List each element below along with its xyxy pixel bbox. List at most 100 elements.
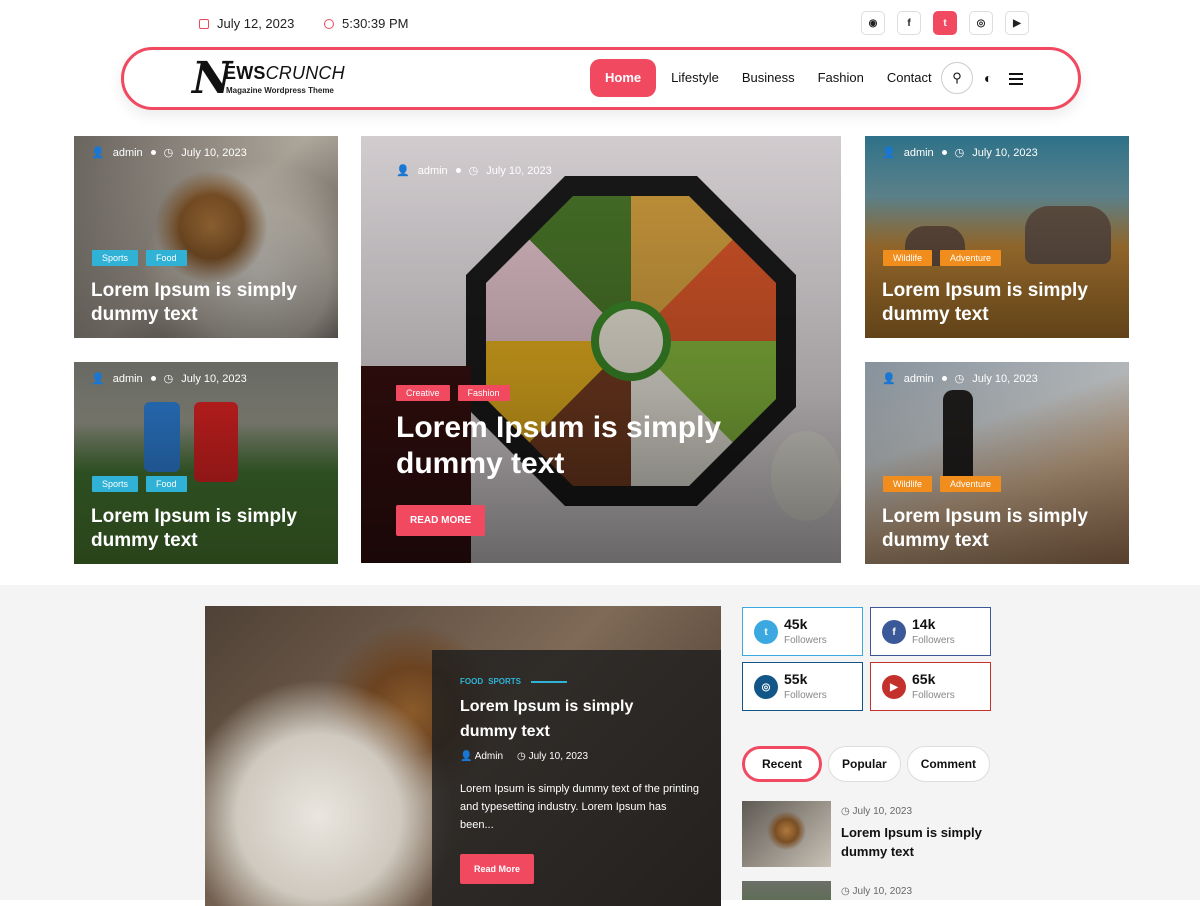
post-tags: Creative Fashion (396, 385, 510, 401)
author-icon: 👤 (882, 373, 896, 385)
twitter-icon[interactable]: t (933, 11, 957, 35)
nav-home[interactable]: Home (590, 59, 657, 97)
post-title[interactable]: Lorem Ipsum is simply dummy text (882, 279, 1088, 327)
featured-author-wrap: 👤 Admin (460, 751, 503, 762)
follower-count: 45k (784, 616, 808, 632)
dribbble-icon[interactable]: ◉ (861, 11, 885, 35)
nav-lifestyle[interactable]: Lifestyle (663, 59, 727, 97)
author-icon: 👤 (396, 165, 410, 177)
clock-icon (324, 18, 334, 29)
dark-mode-icon[interactable]: ◐ (984, 70, 992, 86)
author-icon: 👤 (91, 147, 105, 159)
sidebar-tabs: Recent Popular Comment (742, 746, 991, 782)
instagram-icon[interactable]: ◎ (969, 11, 993, 35)
recent-post-item[interactable]: ◷ July 10, 2023 Lorem Ipsum is simply du… (742, 801, 992, 867)
post-date: July 10, 2023 (972, 146, 1038, 159)
author-icon: 👤 (460, 751, 475, 762)
category-food[interactable]: FOOD (460, 677, 483, 686)
tag-sports[interactable]: Sports (92, 476, 139, 492)
featured-title[interactable]: Lorem Ipsum is simply dummy text (460, 694, 700, 744)
post-card[interactable]: 👤 admin ◷ July 10, 2023 Sports Food Lore… (74, 136, 338, 338)
tag-food[interactable]: Food (146, 250, 187, 266)
tag-wildlife[interactable]: Wildlife (883, 250, 933, 266)
clock-icon: ◷ (954, 147, 965, 159)
tab-recent[interactable]: Recent (742, 746, 823, 782)
post-tags: Sports Food (92, 476, 187, 492)
youtube-followers[interactable]: ▶ 65k Followers (870, 662, 991, 711)
post-date: July 10, 2023 (181, 146, 247, 159)
instagram-followers[interactable]: ◎ 55k Followers (742, 662, 863, 711)
post-meta: 👤 admin ◷ July 10, 2023 (91, 372, 247, 386)
post-title[interactable]: Lorem Ipsum is simply dummy text (91, 279, 297, 327)
post-tags: Wildlife Adventure (883, 476, 1002, 492)
recent-post-thumbnail (742, 881, 831, 900)
featured-date: July 10, 2023 (528, 751, 589, 762)
post-card[interactable]: 👤 admin ◷ July 10, 2023 Wildlife Adventu… (865, 362, 1129, 564)
follower-count: 65k (912, 671, 936, 687)
post-title[interactable]: Lorem Ipsum is simply dummy text (882, 505, 1088, 553)
post-tags: Sports Food (92, 250, 187, 266)
post-title-line-1: Lorem Ipsum is simply (91, 280, 297, 301)
clock-icon: ◷ (163, 373, 174, 385)
read-more-button[interactable]: READ MORE (396, 505, 486, 536)
post-date: July 10, 2023 (181, 372, 247, 385)
tag-adventure[interactable]: Adventure (940, 476, 1002, 492)
youtube-icon[interactable]: ▶ (1005, 11, 1029, 35)
tag-sports[interactable]: Sports (92, 250, 139, 266)
logo-name-bold: EWS (224, 63, 266, 83)
facebook-icon[interactable]: f (897, 11, 921, 35)
tag-adventure[interactable]: Adventure (940, 250, 1002, 266)
time-display: 5:30:39 PM (324, 16, 409, 31)
featured-title-line-2: dummy text (460, 723, 550, 740)
featured-overlay: FOOD SPORTS Lorem Ipsum is simply dummy … (432, 650, 721, 906)
post-title[interactable]: Lorem Ipsum is simply dummy text (91, 505, 297, 553)
youtube-icon: ▶ (882, 675, 906, 699)
nav-business[interactable]: Business (734, 59, 803, 97)
post-title-line-1: Lorem Ipsum is simply (396, 411, 722, 444)
follower-label: Followers (912, 690, 955, 701)
facebook-icon: f (882, 620, 906, 644)
twitter-followers[interactable]: t 45k Followers (742, 607, 863, 656)
tab-comment[interactable]: Comment (906, 746, 991, 782)
nav-contact[interactable]: Contact (879, 59, 940, 97)
post-tags: Wildlife Adventure (883, 250, 1002, 266)
tab-popular[interactable]: Popular (828, 746, 901, 782)
featured-article[interactable]: FOOD SPORTS Lorem Ipsum is simply dummy … (205, 606, 721, 906)
post-title-line-1: Lorem Ipsum is simply (91, 506, 297, 527)
post-meta: 👤 admin ◷ July 10, 2023 (396, 164, 552, 178)
recent-post-date-wrap: ◷ July 10, 2023 (841, 886, 912, 897)
category-sports[interactable]: SPORTS (488, 677, 521, 686)
menu-icon[interactable] (1009, 73, 1023, 88)
post-card[interactable]: 👤 admin ◷ July 10, 2023 Sports Food Lore… (74, 362, 338, 564)
calendar-icon (199, 18, 209, 29)
post-title-line-2: dummy text (91, 530, 198, 551)
featured-post-card[interactable]: 👤 admin ◷ July 10, 2023 Creative Fashion… (361, 136, 841, 563)
tag-fashion[interactable]: Fashion (457, 385, 510, 401)
current-date: July 12, 2023 (217, 16, 295, 31)
recent-post-item[interactable]: ◷ July 10, 2023 (742, 881, 992, 900)
post-date: July 10, 2023 (486, 164, 552, 177)
post-title[interactable]: Lorem Ipsum is simply dummy text (396, 410, 721, 482)
post-card[interactable]: 👤 admin ◷ July 10, 2023 Wildlife Adventu… (865, 136, 1129, 338)
search-icon[interactable]: ⚲ (941, 62, 973, 94)
tag-food[interactable]: Food (146, 476, 187, 492)
recent-post-title[interactable]: Lorem Ipsum is simply dummy text (841, 823, 991, 861)
post-title-line-1: Lorem Ipsum is simply (882, 506, 1088, 527)
tag-creative[interactable]: Creative (396, 385, 450, 401)
facebook-followers[interactable]: f 14k Followers (870, 607, 991, 656)
follower-count: 55k (784, 671, 808, 687)
clock-icon: ◷ (841, 886, 853, 897)
social-links: ◉ f t ◎ ▶ (861, 11, 1029, 35)
featured-read-more-button[interactable]: Read More (460, 854, 535, 884)
current-time: 5:30:39 PM (342, 16, 409, 31)
follower-label: Followers (784, 690, 827, 701)
nav-menu: Home Lifestyle Business Fashion Contact (590, 59, 947, 97)
post-meta: 👤 admin ◷ July 10, 2023 (91, 146, 247, 160)
featured-date-wrap: ◷ July 10, 2023 (517, 751, 588, 762)
twitter-icon: t (754, 620, 778, 644)
nav-fashion[interactable]: Fashion (810, 59, 872, 97)
site-logo[interactable]: N EWSCRUNCH Magazine Wordpress Theme (192, 56, 352, 102)
logo-tagline: Magazine Wordpress Theme (226, 86, 334, 95)
clock-icon: ◷ (954, 373, 965, 385)
tag-wildlife[interactable]: Wildlife (883, 476, 933, 492)
